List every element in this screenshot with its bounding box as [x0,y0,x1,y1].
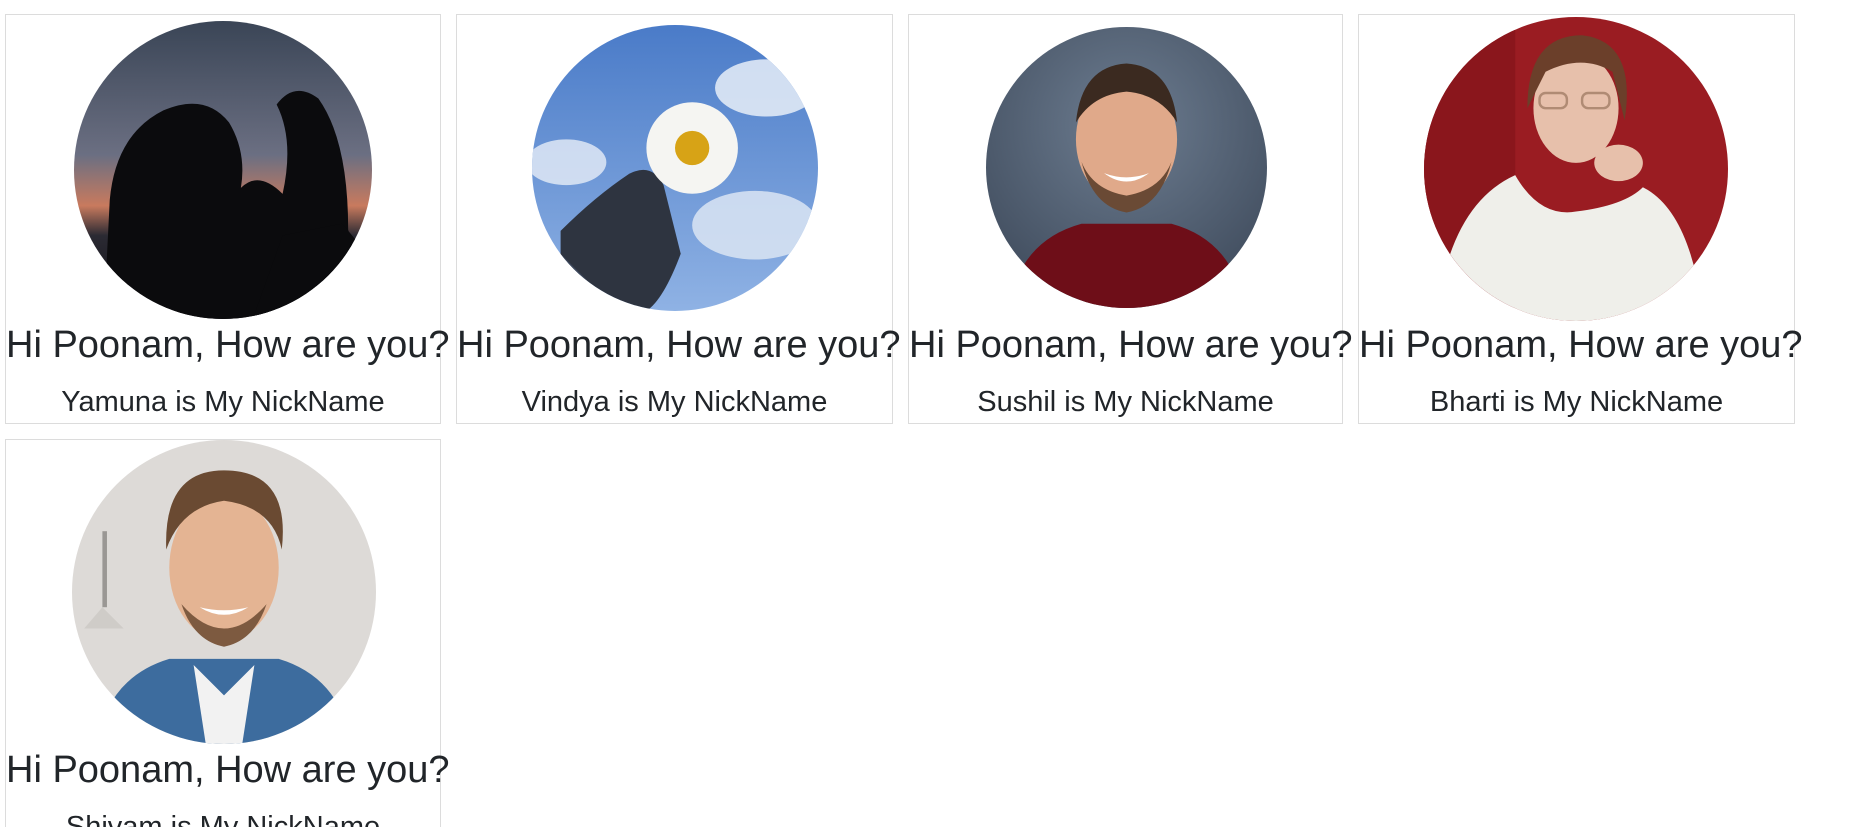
profile-photo [986,27,1267,308]
greeting-text: Hi Poonam, How are you? [457,324,901,366]
profile-photo [532,25,818,311]
greeting-text: Hi Poonam, How are you? [1359,324,1803,366]
greeting-text: Hi Poonam, How are you? [909,324,1353,366]
nickname-text: Shivam is My NickName [65,811,381,827]
profile-card: Hi Poonam, How are you? Yamuna is My Nic… [5,14,450,424]
profile-photo [74,21,372,319]
nickname-text: Bharti is My NickName [1429,386,1724,418]
greeting-text: Hi Poonam, How are you? [6,749,450,791]
greeting-text: Hi Poonam, How are you? [6,324,450,366]
profile-card: Hi Poonam, How are you? Sushil is My Nic… [908,14,1353,424]
profile-card: Hi Poonam, How are you? Vindya is My Nic… [456,14,901,424]
profile-card: Hi Poonam, How are you? Shivam is My Nic… [5,439,450,827]
profile-photo [1424,17,1728,321]
profile-card: Hi Poonam, How are you? Bharti is My Nic… [1358,14,1803,424]
nickname-text: Yamuna is My NickName [61,386,385,418]
profile-photo [72,440,376,744]
nickname-text: Vindya is My NickName [521,386,828,418]
profile-card-grid: Hi Poonam, How are you? Yamuna is My Nic… [0,0,1859,827]
nickname-text: Sushil is My NickName [977,386,1274,418]
